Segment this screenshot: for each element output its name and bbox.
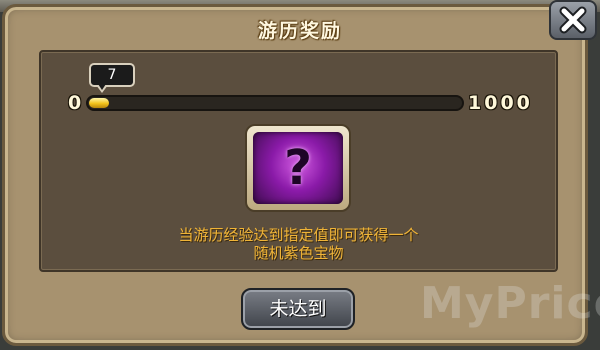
reward-item-slot[interactable]: ? bbox=[245, 124, 351, 212]
progress-max-label: 1000 bbox=[468, 92, 533, 114]
bubble-tail-inner bbox=[98, 84, 106, 90]
description-line-1: 当游历经验达到指定值即可获得一个 bbox=[178, 226, 419, 244]
reward-description: 当游历经验达到指定值即可获得一个 随机紫色宝物 bbox=[39, 226, 558, 262]
close-button[interactable] bbox=[549, 0, 597, 40]
close-icon bbox=[559, 6, 587, 34]
progress-min-label: 0 bbox=[68, 92, 82, 114]
progress-bar-fill bbox=[89, 98, 109, 108]
question-mark-icon: ? bbox=[284, 140, 312, 196]
progress-bar bbox=[86, 95, 464, 111]
mystery-item-icon: ? bbox=[253, 132, 343, 204]
progress-value-bubble: 7 bbox=[89, 63, 135, 87]
watermark-text: MyPrice bbox=[420, 278, 600, 329]
description-line-2: 随机紫色宝物 bbox=[253, 244, 344, 262]
dialog-title: 游历奖励 bbox=[257, 20, 342, 42]
not-reached-button[interactable]: 未达到 bbox=[241, 288, 355, 330]
